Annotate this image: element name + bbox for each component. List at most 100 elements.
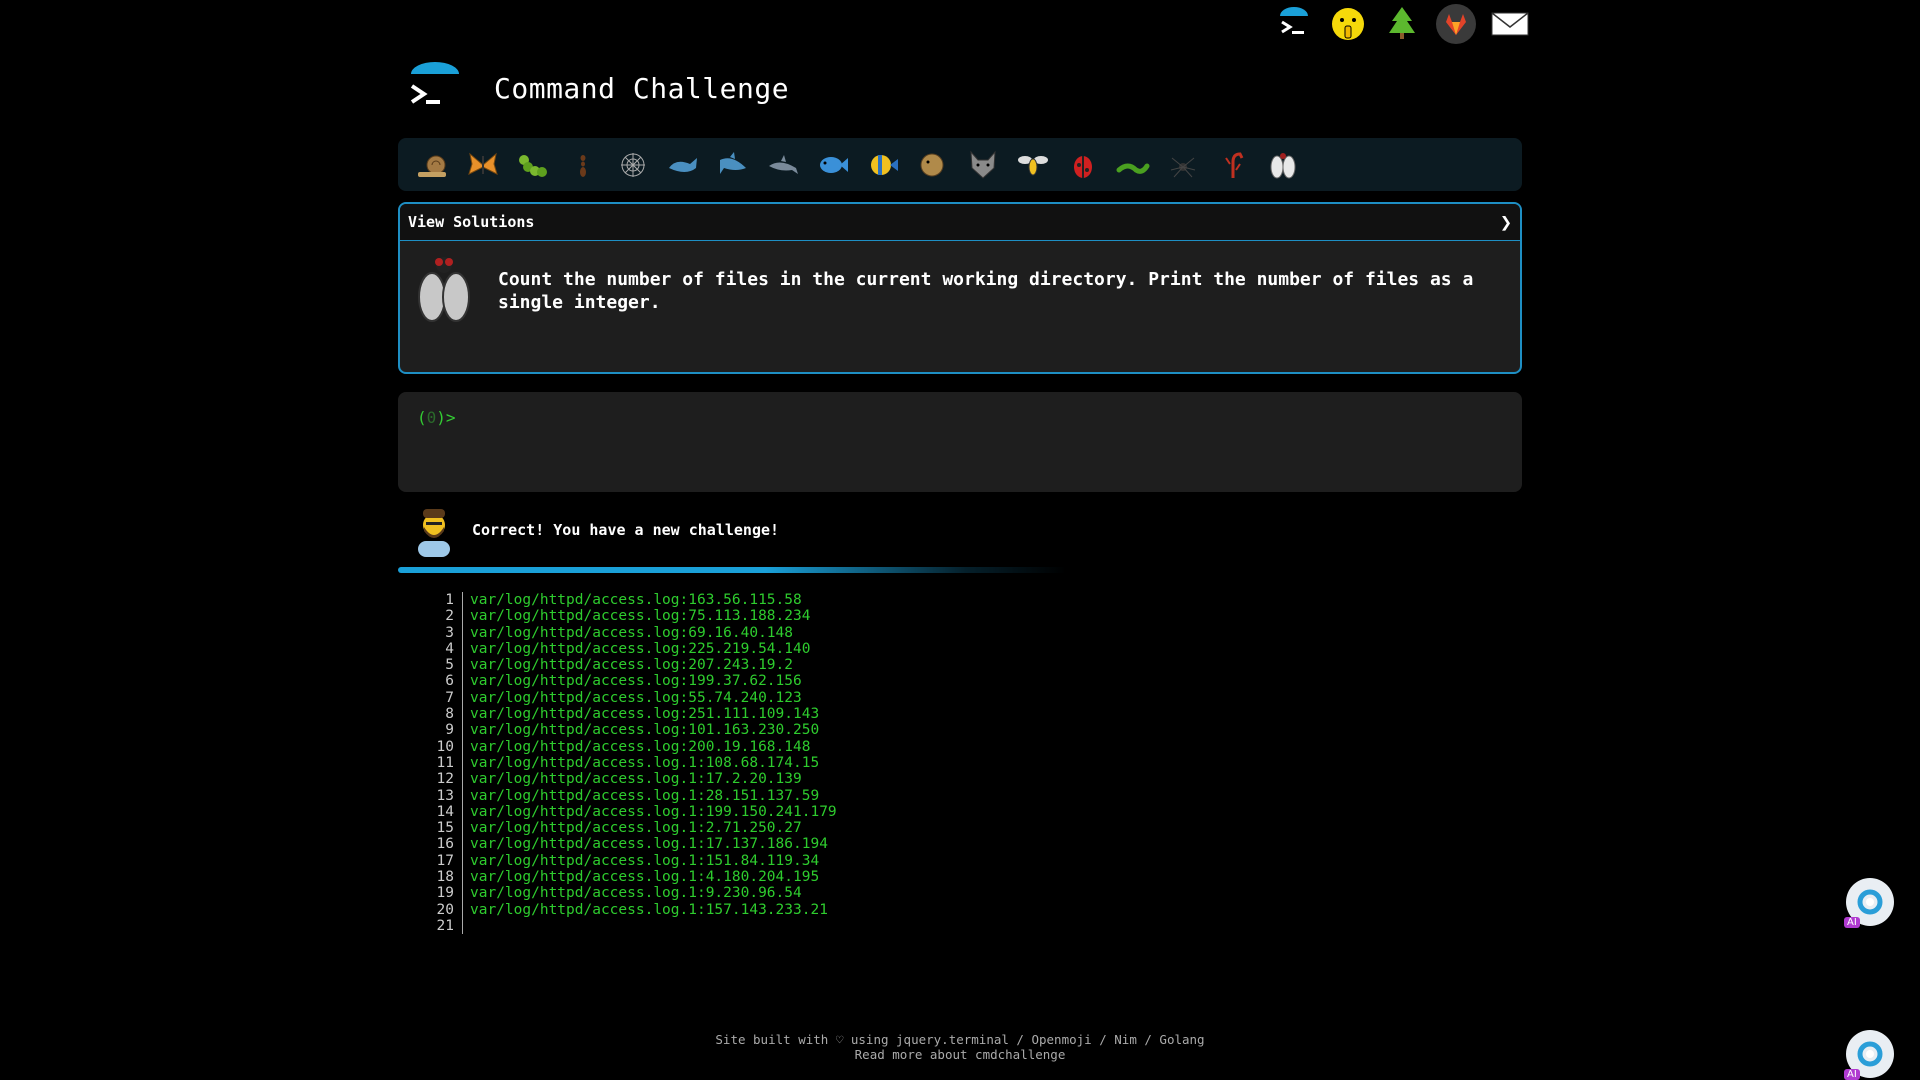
assistant-icon [1857, 889, 1883, 915]
site-header: Command Challenge [408, 60, 789, 116]
output-line: 18 var/log/httpd/access.log.1:4.180.204.1… [420, 869, 837, 886]
page-title: Command Challenge [494, 71, 790, 105]
line-number: 7 [420, 689, 463, 707]
line-number: 2 [420, 608, 463, 625]
line-number: 16 [420, 836, 463, 853]
line-number: 12 [420, 771, 463, 788]
output-line: 1 var/log/httpd/access.log:163.56.115.58 [420, 592, 837, 609]
logo-icon[interactable] [408, 60, 462, 116]
line-text: var/log/httpd/access.log.1:2.71.250.27 [470, 820, 802, 837]
line-number: 10 [420, 738, 463, 755]
output-line: 8 var/log/httpd/access.log:251.111.109.14… [420, 706, 837, 723]
output-line: 5 var/log/httpd/access.log:207.243.19.2 [420, 657, 837, 674]
line-text: var/log/httpd/access.log.1:199.150.241.1… [470, 803, 837, 820]
fly-icon [412, 255, 476, 327]
shark-icon[interactable] [708, 143, 758, 187]
output-line: 20 var/log/httpd/access.log.1:157.143.233… [420, 901, 837, 918]
view-solutions-label: View Solutions [408, 213, 535, 231]
worm-icon[interactable] [1108, 143, 1158, 187]
line-text: var/log/httpd/access.log:55.74.240.123 [470, 689, 802, 706]
ant-icon[interactable] [558, 143, 608, 187]
line-number: 4 [420, 640, 463, 658]
terminal[interactable]: (0)> [398, 392, 1522, 492]
line-text: var/log/httpd/access.log:199.37.62.156 [470, 673, 802, 690]
line-text: var/log/httpd/access.log:163.56.115.58 [470, 592, 802, 608]
line-text: var/log/httpd/access.log.1:17.137.186.19… [470, 836, 828, 853]
line-text: var/log/httpd/access.log:207.243.19.2 [470, 657, 794, 674]
output-line: 12 var/log/httpd/access.log.1:17.2.20.139 [420, 771, 837, 788]
assistant-icon [1857, 1041, 1883, 1067]
output-line: 6 var/log/httpd/access.log:199.37.62.156 [420, 673, 837, 690]
tropical-fish-icon[interactable] [858, 143, 908, 187]
line-number: 14 [420, 803, 463, 821]
line-text: var/log/httpd/access.log:251.111.109.143 [470, 706, 820, 723]
line-number: 8 [420, 706, 463, 723]
line-number: 13 [420, 787, 463, 804]
view-solutions-toggle[interactable]: View Solutions ❯ [400, 204, 1520, 241]
line-number: 20 [420, 901, 463, 918]
output-line: 3 var/log/httpd/access.log:69.16.40.148 [420, 624, 837, 641]
output-line: 9 var/log/httpd/access.log:101.163.230.25… [420, 722, 837, 739]
line-text: var/log/httpd/access.log.1:157.143.233.2… [470, 901, 828, 918]
progress-bar [398, 567, 1066, 573]
blowfish-icon[interactable] [908, 143, 958, 187]
output-line: 4 var/log/httpd/access.log:225.219.54.140 [420, 640, 837, 658]
line-text [463, 918, 470, 934]
line-number: 19 [420, 885, 463, 902]
line-text: var/log/httpd/access.log.1:17.2.20.139 [470, 771, 802, 788]
line-number: 1 [420, 592, 463, 609]
read-more-link[interactable]: Read more about cmdchallenge [0, 1047, 1920, 1062]
prompt-open: ( [417, 408, 427, 427]
line-number: 21 [420, 917, 463, 935]
butterfly-icon[interactable] [458, 143, 508, 187]
line-text: var/log/httpd/access.log:69.16.40.148 [470, 624, 794, 641]
fish-icon[interactable] [808, 143, 858, 187]
tree-icon[interactable] [1382, 4, 1422, 44]
line-number: 6 [420, 673, 463, 690]
man-avatar-icon [414, 503, 454, 557]
spider-web-icon[interactable] [608, 143, 658, 187]
whale-icon[interactable] [658, 143, 708, 187]
wasp-icon[interactable] [1008, 143, 1058, 187]
shushing-face-icon[interactable] [1328, 4, 1368, 44]
line-number: 18 [420, 869, 463, 886]
line-number: 11 [420, 754, 463, 772]
prompt-count: 0 [426, 408, 437, 427]
fly-icon[interactable] [1258, 143, 1308, 187]
line-number: 9 [420, 722, 463, 739]
ai-assistant-button[interactable]: AI [1844, 878, 1894, 928]
output-line: 2 var/log/httpd/access.log:75.113.188.234 [420, 608, 837, 625]
scorpion-icon[interactable] [1208, 143, 1258, 187]
output-line: 13 var/log/httpd/access.log.1:28.151.137.… [420, 787, 837, 804]
ai-assistant-button-secondary[interactable]: AI [1844, 1030, 1894, 1080]
output-line: 15 var/log/httpd/access.log.1:2.71.250.27 [420, 820, 837, 837]
wolf-icon[interactable] [958, 143, 1008, 187]
output-line: 21 [420, 917, 837, 935]
output-line: 11 var/log/httpd/access.log.1:108.68.174.… [420, 754, 837, 772]
output-line: 16 var/log/httpd/access.log.1:17.137.186.… [420, 836, 837, 853]
feedback-text: Correct! You have a new challenge! [472, 521, 780, 539]
ladybug-icon[interactable] [1058, 143, 1108, 187]
command-output: 1 var/log/httpd/access.log:163.56.115.58 2… [420, 592, 837, 935]
output-line: 14 var/log/httpd/access.log.1:199.150.241… [420, 803, 837, 821]
gitlab-icon[interactable] [1436, 4, 1476, 44]
chevron-right-icon[interactable]: ❯ [1500, 210, 1512, 234]
line-text: var/log/httpd/access.log.1:28.151.137.59 [470, 787, 820, 804]
line-number: 5 [420, 657, 463, 674]
envelope-icon[interactable] [1490, 4, 1530, 44]
dolphin-icon[interactable] [758, 143, 808, 187]
footer-credits: Site built with ♡ using jquery.terminal … [715, 1032, 1205, 1047]
caterpillar-icon[interactable] [508, 143, 558, 187]
line-text: var/log/httpd/access.log.1:9.230.96.54 [470, 885, 802, 902]
terminal-icon[interactable] [1274, 4, 1314, 44]
line-number: 15 [420, 820, 463, 837]
line-text: var/log/httpd/access.log.1:4.180.204.195 [470, 869, 820, 886]
line-text: var/log/httpd/access.log:200.19.168.148 [470, 738, 811, 755]
spider-icon[interactable] [1158, 143, 1208, 187]
output-line: 17 var/log/httpd/access.log.1:151.84.119.… [420, 852, 837, 870]
snail-icon[interactable] [408, 143, 458, 187]
line-text: var/log/httpd/access.log:75.113.188.234 [470, 608, 811, 625]
footer: Site built with ♡ using jquery.terminal … [0, 1032, 1920, 1062]
output-line: 10 var/log/httpd/access.log:200.19.168.14… [420, 738, 837, 755]
output-line: 7 var/log/httpd/access.log:55.74.240.123 [420, 689, 837, 707]
